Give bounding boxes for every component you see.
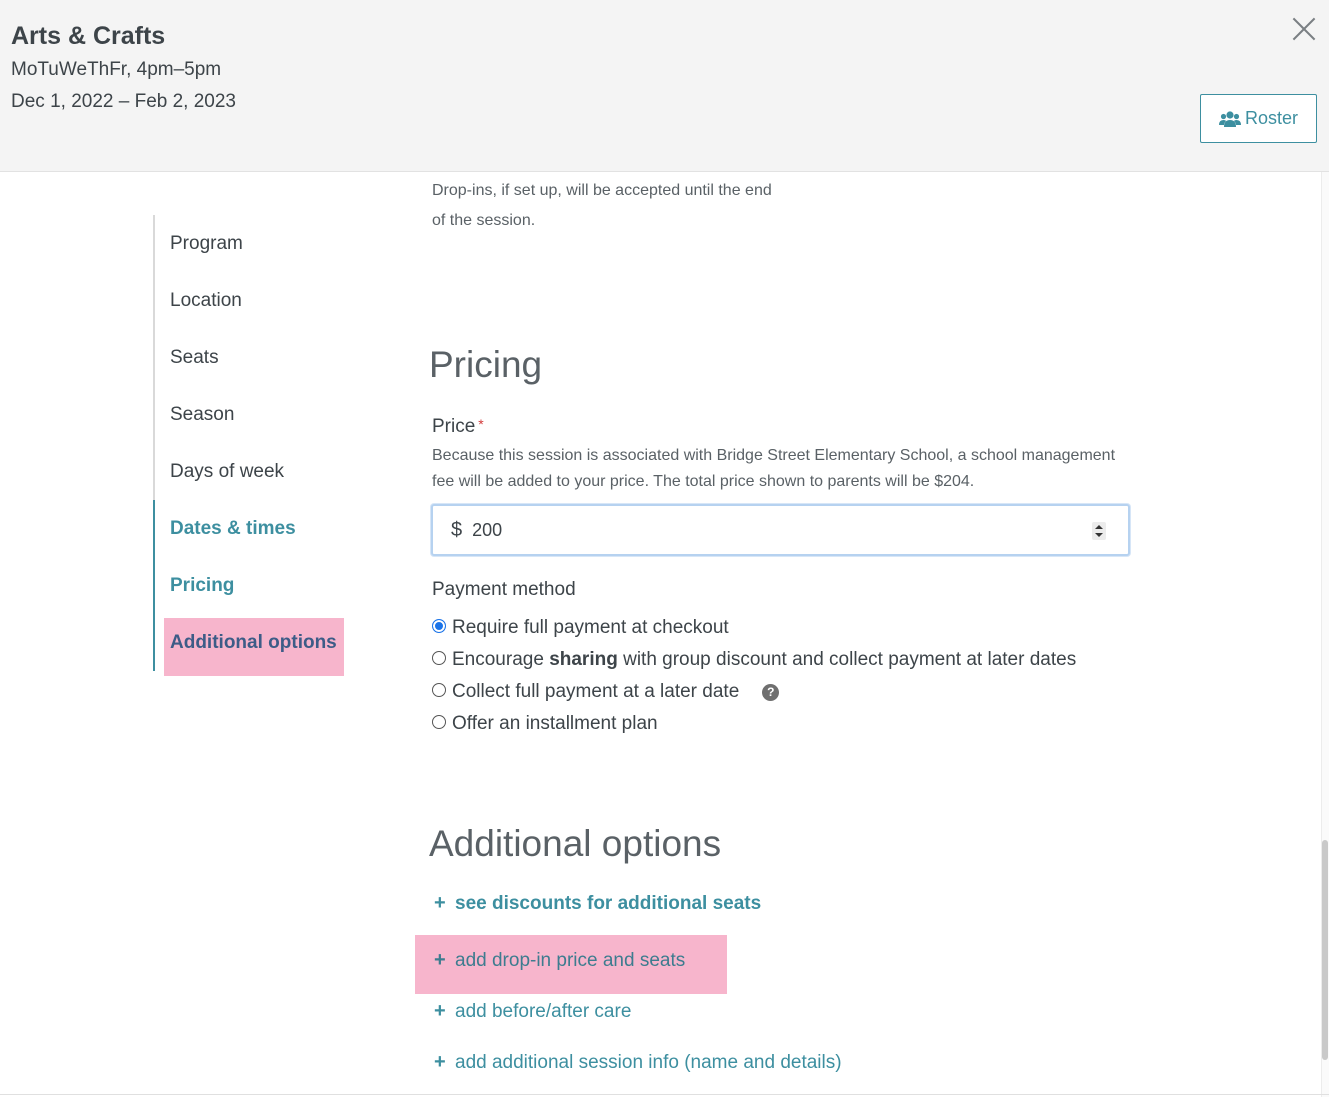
bottom-divider — [0, 1094, 1329, 1095]
roster-button[interactable]: Roster — [1200, 94, 1317, 143]
radio-unselected[interactable] — [432, 715, 446, 729]
required-mark: * — [478, 416, 484, 432]
close-icon[interactable] — [1289, 14, 1319, 44]
scrollbar-thumb[interactable] — [1322, 840, 1328, 1060]
price-value[interactable]: 200 — [472, 520, 502, 541]
help-icon[interactable]: ? — [762, 683, 780, 701]
dropins-note: Drop-ins, if set up, will be accepted un… — [432, 182, 772, 229]
payment-option-label-prefix: Encourage — [452, 649, 550, 670]
plus-icon: + — [434, 949, 446, 971]
sidebar-item-program[interactable]: Program — [170, 233, 243, 255]
radio-selected[interactable] — [432, 619, 446, 633]
sidebar-nav: Program Location Seats Season Days of we… — [153, 215, 353, 671]
plus-icon: + — [434, 1051, 446, 1073]
price-fee-note: Because this session is associated with … — [432, 447, 1116, 490]
payment-method-label: Payment method — [432, 579, 576, 600]
link-label: add additional session info (name and de… — [455, 1051, 842, 1073]
payment-option-label: Offer an installment plan — [452, 713, 658, 734]
price-input[interactable]: $ 200 — [431, 504, 1130, 556]
link-label: see discounts for additional seats — [455, 892, 762, 914]
add-drop-in-link[interactable]: + add drop-in price and seats — [434, 949, 685, 972]
sidebar-item-days-of-week[interactable]: Days of week — [170, 461, 284, 483]
radio-unselected[interactable] — [432, 683, 446, 697]
link-label: add drop-in price and seats — [455, 949, 686, 971]
sidebar-item-dates-times[interactable]: Dates & times — [170, 518, 296, 540]
number-spinner-icon[interactable] — [1092, 522, 1106, 540]
price-label: Price * — [432, 416, 484, 438]
plus-icon: + — [434, 1000, 446, 1022]
payment-option-label: Require full payment at checkout — [452, 617, 729, 638]
sidebar-item-location[interactable]: Location — [170, 290, 242, 312]
sidebar-item-season[interactable]: Season — [170, 404, 234, 426]
link-label: add before/after care — [455, 1000, 632, 1022]
payment-option-encourage-sharing[interactable]: Encourage sharing with group discount an… — [432, 649, 1076, 671]
payment-option-label: Collect full payment at a later date — [452, 681, 740, 702]
payment-option-full-checkout[interactable]: Require full payment at checkout — [432, 617, 729, 639]
payment-option-later-date[interactable]: Collect full payment at a later date ? — [432, 681, 780, 703]
payment-option-label-suffix: with group discount and collect payment … — [617, 649, 1077, 670]
add-session-info-link[interactable]: + add additional session info (name and … — [434, 1051, 842, 1074]
price-label-text: Price — [432, 416, 476, 437]
session-title: Arts & Crafts — [11, 22, 166, 50]
sidebar-active-indicator — [153, 500, 155, 671]
sidebar-item-seats[interactable]: Seats — [170, 347, 219, 369]
session-days: MoTuWeThFr, 4pm–5pm — [11, 59, 222, 80]
add-before-after-care-link[interactable]: + add before/after care — [434, 1000, 631, 1023]
currency-symbol: $ — [451, 518, 463, 541]
roster-label: Roster — [1244, 108, 1298, 128]
see-discounts-link[interactable]: + see discounts for additional seats — [434, 892, 761, 915]
session-dates: Dec 1, 2022 – Feb 2, 2023 — [11, 91, 236, 112]
sidebar-item-pricing[interactable]: Pricing — [170, 575, 234, 597]
payment-option-installment[interactable]: Offer an installment plan — [432, 713, 658, 735]
additional-options-heading: Additional options — [429, 823, 722, 864]
payment-option-label-bold: sharing — [549, 649, 618, 670]
session-header: Arts & Crafts MoTuWeThFr, 4pm–5pm Dec 1,… — [0, 0, 1329, 172]
sidebar-item-additional-options[interactable]: Additional options — [170, 632, 337, 654]
plus-icon: + — [434, 892, 446, 914]
users-icon — [1218, 110, 1241, 127]
radio-unselected[interactable] — [432, 651, 446, 665]
pricing-heading: Pricing — [429, 344, 543, 385]
